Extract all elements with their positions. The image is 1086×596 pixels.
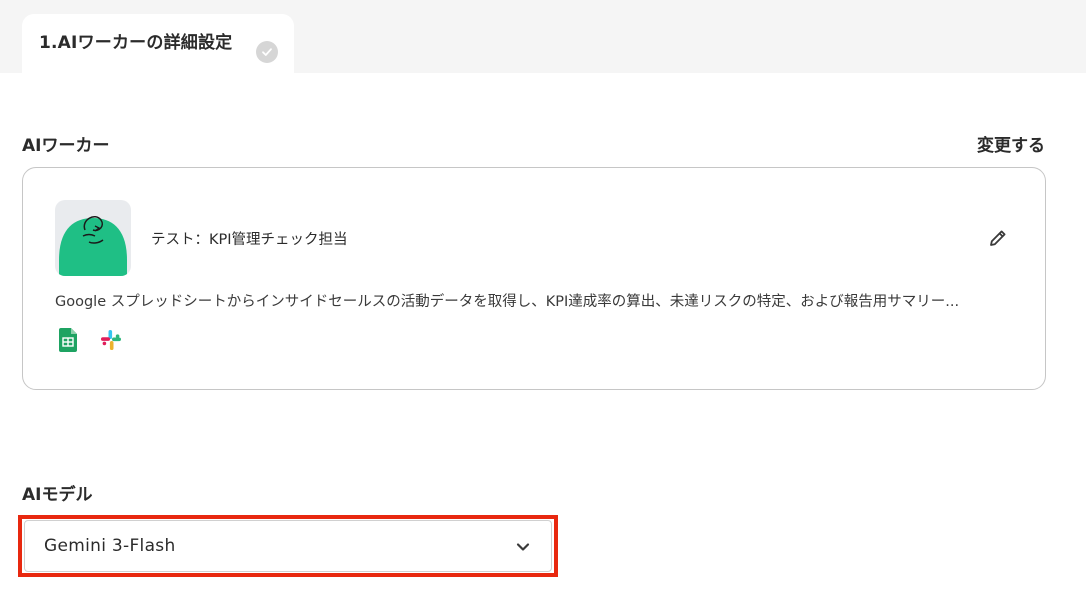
ai-model-select[interactable]: Gemini 3-Flash: [24, 520, 552, 572]
change-worker-link[interactable]: 変更する: [977, 131, 1045, 156]
ai-model-section-label: AIモデル: [22, 485, 93, 505]
pencil-icon[interactable]: [987, 227, 1009, 249]
google-sheets-icon: [59, 328, 81, 352]
slack-icon: [99, 328, 121, 352]
tab-ai-worker-settings[interactable]: 1.AIワーカーの詳細設定: [22, 14, 294, 73]
connected-apps: [59, 328, 121, 352]
tab-label: 1.AIワーカーの詳細設定: [39, 33, 233, 53]
ai-worker-section-label: AIワーカー: [22, 136, 110, 156]
check-icon: [256, 41, 278, 63]
worker-name: テスト：KPI管理チェック担当: [151, 232, 348, 248]
selected-model-value: Gemini 3-Flash: [44, 536, 176, 556]
worker-avatar: [55, 200, 131, 276]
step-tab-bar: 1.AIワーカーの詳細設定: [0, 0, 1086, 73]
worker-description: Google スプレッドシートからインサイドセールスの活動データを取得し、KPI…: [55, 294, 960, 310]
chevron-down-icon: [513, 537, 533, 557]
ai-worker-card: テスト：KPI管理チェック担当 Google スプレッドシートからインサイドセー…: [22, 167, 1046, 390]
